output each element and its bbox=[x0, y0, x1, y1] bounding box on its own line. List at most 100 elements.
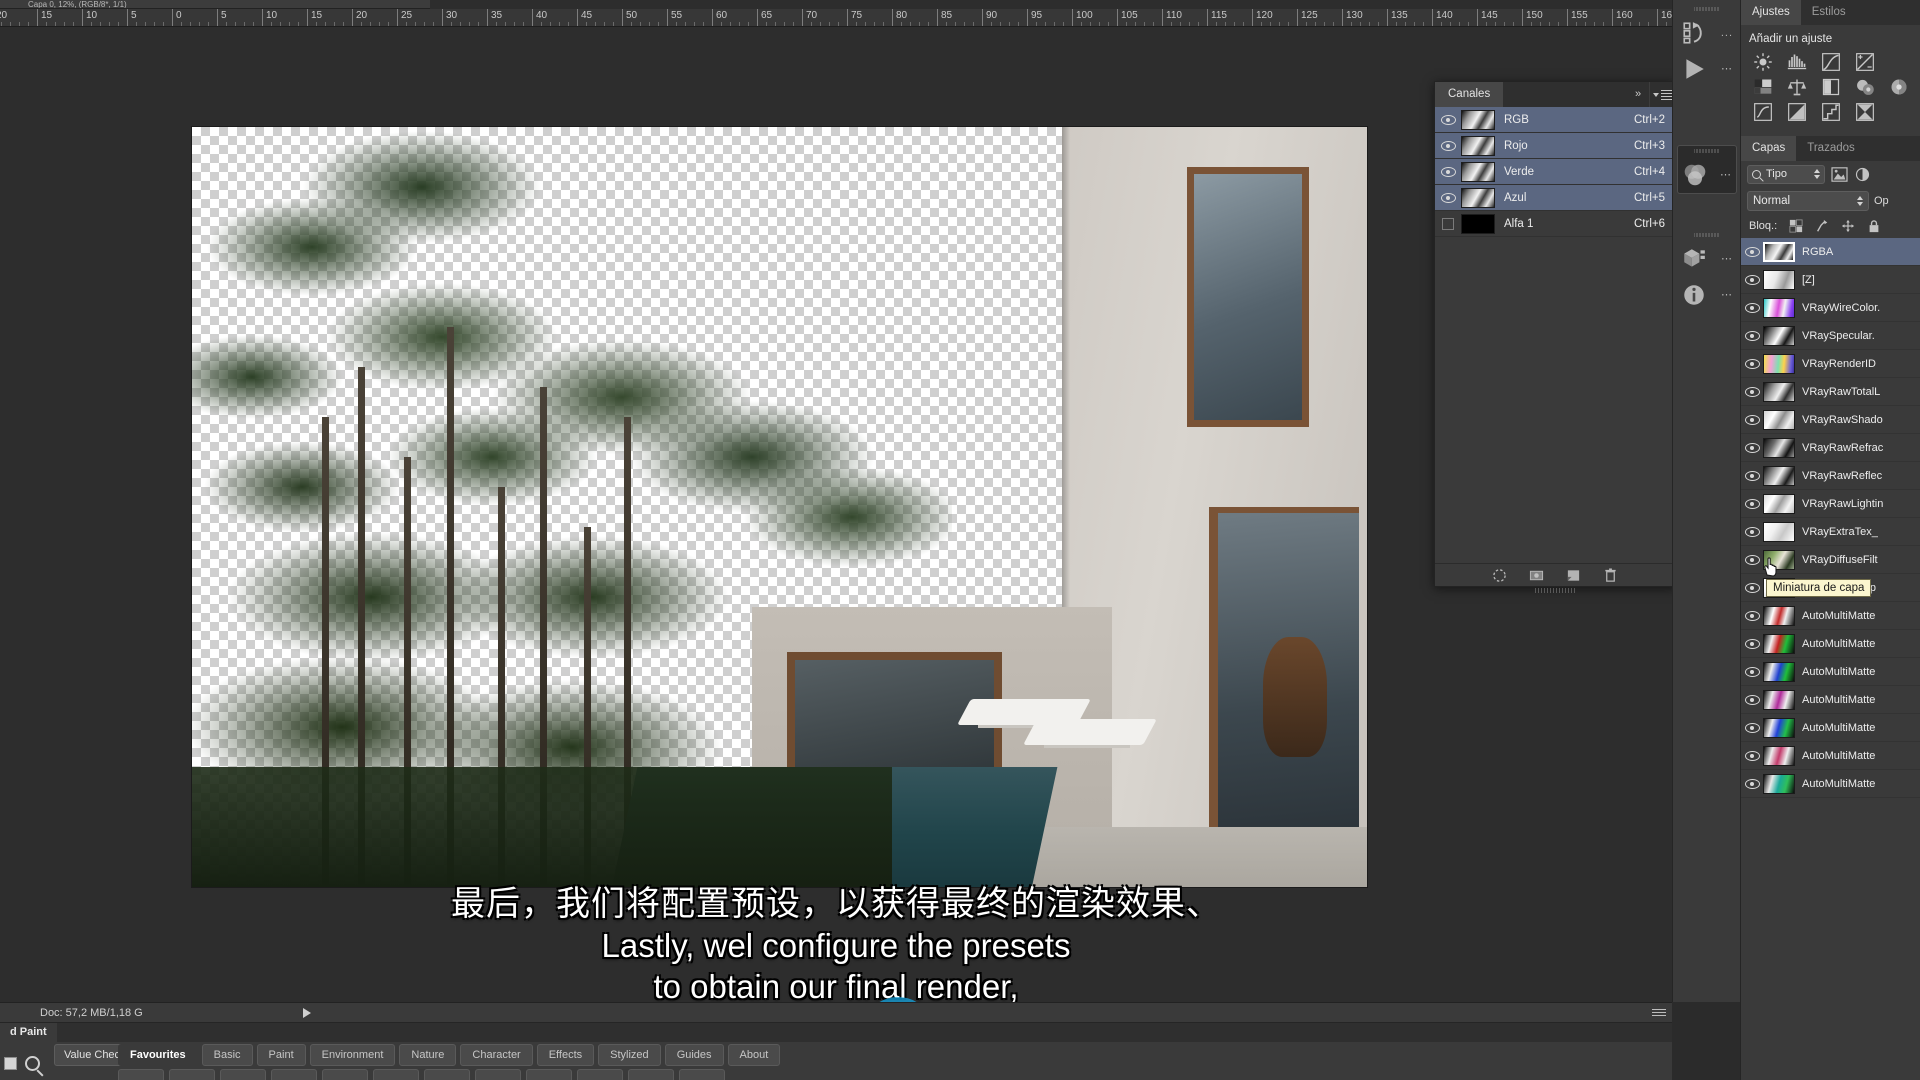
blend-mode-select[interactable]: Normal bbox=[1747, 190, 1869, 211]
brush-preset-swatch[interactable] bbox=[271, 1069, 317, 1080]
layer-thumbnail[interactable] bbox=[1763, 465, 1795, 486]
layer-row[interactable]: VRayRawRefrac bbox=[1741, 434, 1920, 462]
layer-filter-type-select[interactable]: Tipo bbox=[1747, 164, 1825, 184]
eye-visible-icon[interactable] bbox=[1741, 694, 1763, 705]
layer-thumbnail[interactable] bbox=[1763, 605, 1795, 626]
brush-preset-swatch[interactable] bbox=[220, 1069, 266, 1080]
layer-thumbnail[interactable] bbox=[1763, 773, 1795, 794]
layer-thumbnail[interactable] bbox=[1763, 381, 1795, 402]
bottom-panel-tab[interactable]: Favourites bbox=[118, 1044, 198, 1066]
dock-grip[interactable] bbox=[1694, 4, 1720, 13]
color-balance-icon[interactable] bbox=[1820, 77, 1842, 97]
photo-filter-icon[interactable] bbox=[1888, 77, 1910, 97]
tab-estilos[interactable]: Estilos bbox=[1800, 0, 1857, 25]
layer-thumbnail[interactable] bbox=[1763, 521, 1795, 542]
eye-visible-icon[interactable] bbox=[1741, 582, 1763, 593]
layer-row[interactable]: [Z] bbox=[1741, 266, 1920, 294]
levels-icon[interactable] bbox=[1786, 52, 1808, 72]
layer-row[interactable]: AutoMultiMatte bbox=[1741, 686, 1920, 714]
dock-item-3d[interactable]: ⋯ bbox=[1677, 241, 1737, 277]
new-channel-icon[interactable] bbox=[1566, 568, 1581, 583]
eye-visible-icon[interactable] bbox=[1741, 638, 1763, 649]
layer-thumbnail[interactable] bbox=[1763, 269, 1795, 290]
invert-icon[interactable] bbox=[1786, 102, 1808, 122]
layer-row[interactable]: AutoMultiMatte bbox=[1741, 714, 1920, 742]
layer-row[interactable]: VRayRawShado bbox=[1741, 406, 1920, 434]
layer-thumbnail[interactable] bbox=[1763, 689, 1795, 710]
channel-row[interactable]: Alfa 1 Ctrl+6 bbox=[1435, 211, 1675, 237]
channel-thumbnail[interactable] bbox=[1461, 161, 1495, 182]
layer-thumbnail[interactable] bbox=[1763, 661, 1795, 682]
layer-row[interactable]: RGBA bbox=[1741, 238, 1920, 266]
curves-icon[interactable] bbox=[1820, 52, 1842, 72]
dock-grip[interactable] bbox=[1694, 230, 1720, 239]
eye-visible-icon[interactable] bbox=[1741, 470, 1763, 481]
adjustment-layer-filter-icon[interactable] bbox=[1854, 167, 1871, 182]
dock-overflow-dots[interactable]: ⋯ bbox=[1720, 170, 1732, 181]
eye-visible-icon[interactable] bbox=[1741, 386, 1763, 397]
eye-hidden-icon[interactable] bbox=[1435, 211, 1461, 237]
channel-row[interactable]: Azul Ctrl+5 bbox=[1435, 185, 1675, 211]
dock-overflow-dots[interactable]: ⋯ bbox=[1721, 290, 1733, 301]
lock-position-icon[interactable] bbox=[1841, 219, 1855, 233]
layer-row[interactable]: AutoMultiMatte bbox=[1741, 658, 1920, 686]
bottom-panel-tab[interactable]: Nature bbox=[399, 1044, 457, 1066]
brush-preset-swatch[interactable] bbox=[628, 1069, 674, 1080]
channel-row[interactable]: Verde Ctrl+4 bbox=[1435, 159, 1675, 185]
layer-row[interactable]: VRayWireColor. bbox=[1741, 294, 1920, 322]
dock-item-actions[interactable]: ⋯ bbox=[1677, 51, 1737, 87]
channel-row[interactable]: Rojo Ctrl+3 bbox=[1435, 133, 1675, 159]
eye-visible-icon[interactable] bbox=[1741, 442, 1763, 453]
dock-overflow-dots[interactable]: ... bbox=[1721, 28, 1733, 39]
channels-list[interactable]: RGB Ctrl+2 Rojo Ctrl+3 Verde Ctrl+4 Azul Ctrl+5… bbox=[1435, 107, 1675, 524]
channel-mixer-icon[interactable] bbox=[1752, 102, 1774, 122]
brush-preset-swatch[interactable] bbox=[679, 1069, 725, 1080]
tab-ajustes[interactable]: Ajustes bbox=[1741, 0, 1801, 25]
layer-row[interactable]: VRayRawTotalL bbox=[1741, 378, 1920, 406]
bottom-panel-tab[interactable]: About bbox=[727, 1044, 781, 1066]
canvas-viewport[interactable]: 最后，我们将配置预设，以获得最终的渲染效果、 Lastly, wel confi… bbox=[0, 27, 1672, 1002]
eye-visible-icon[interactable] bbox=[1741, 750, 1763, 761]
artboard[interactable] bbox=[192, 127, 1367, 887]
save-selection-icon[interactable] bbox=[1529, 568, 1544, 583]
status-menu-icon[interactable] bbox=[1652, 1006, 1666, 1020]
eye-visible-icon[interactable] bbox=[1741, 330, 1763, 341]
bottom-panel-tab[interactable]: Basic bbox=[201, 1044, 253, 1066]
dock-item-info[interactable]: ⋯ bbox=[1677, 277, 1737, 313]
eye-visible-icon[interactable] bbox=[1741, 610, 1763, 621]
dock-item-history[interactable]: ... bbox=[1677, 15, 1737, 51]
load-selection-icon[interactable] bbox=[1492, 568, 1507, 583]
chevron-updown-icon[interactable] bbox=[1857, 195, 1863, 206]
exposure-icon[interactable] bbox=[1854, 52, 1876, 72]
eye-visible-icon[interactable] bbox=[1741, 498, 1763, 509]
tab-canales[interactable]: Canales bbox=[1435, 82, 1504, 107]
posterize-icon[interactable] bbox=[1820, 102, 1842, 122]
eye-visible-icon[interactable] bbox=[1741, 526, 1763, 537]
eye-visible-icon[interactable] bbox=[1741, 246, 1763, 257]
layer-row[interactable]: VRayRawReflec bbox=[1741, 462, 1920, 490]
double-chevron-right-icon[interactable]: » bbox=[1627, 82, 1649, 107]
eye-visible-icon[interactable] bbox=[1741, 554, 1763, 565]
eye-visible-icon[interactable] bbox=[1741, 274, 1763, 285]
layer-thumbnail[interactable] bbox=[1763, 745, 1795, 766]
threshold-icon[interactable] bbox=[1854, 102, 1876, 122]
layer-thumbnail[interactable] bbox=[1763, 437, 1795, 458]
lock-transparency-icon[interactable] bbox=[1789, 219, 1803, 233]
panel-resize-grip[interactable] bbox=[1535, 588, 1575, 593]
bottom-panel-tab[interactable]: Stylized bbox=[598, 1044, 661, 1066]
vibrance-icon[interactable] bbox=[1752, 77, 1774, 97]
dock-overflow-dots[interactable]: ⋯ bbox=[1721, 254, 1733, 265]
bottom-panel-tab[interactable]: Environment bbox=[309, 1044, 396, 1066]
dock-overflow-dots[interactable]: ⋯ bbox=[1721, 64, 1733, 75]
layer-row[interactable]: AutoMultiMatte bbox=[1741, 770, 1920, 798]
layer-thumbnail[interactable] bbox=[1763, 633, 1795, 654]
black-white-icon[interactable] bbox=[1854, 77, 1876, 97]
layer-thumbnail[interactable] bbox=[1763, 409, 1795, 430]
layers-list[interactable]: RGBA [Z] VRayWireColor. VRaySpecular. VRayRe… bbox=[1741, 238, 1920, 798]
delete-channel-icon[interactable] bbox=[1603, 567, 1618, 583]
layer-thumbnail[interactable] bbox=[1763, 717, 1795, 738]
pixel-layer-filter-icon[interactable] bbox=[1831, 166, 1848, 182]
hue-saturation-icon[interactable] bbox=[1786, 77, 1808, 97]
brush-preset-swatch[interactable] bbox=[169, 1069, 215, 1080]
layer-row[interactable]: VRayRawLightin bbox=[1741, 490, 1920, 518]
